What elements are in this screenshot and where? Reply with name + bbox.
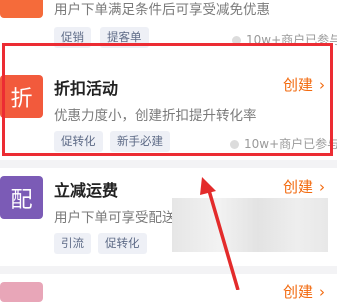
- highlight-box: [2, 43, 333, 156]
- chevron-right-icon: ›: [319, 283, 326, 301]
- create-button[interactable]: 创建 ›: [283, 281, 325, 302]
- shipping-icon: 配: [0, 176, 43, 219]
- create-button[interactable]: 创建 ›: [283, 176, 325, 197]
- section-divider: [0, 160, 337, 168]
- tag-traffic: 引流: [54, 233, 91, 254]
- activity-card-partial[interactable]: 创建 ›: [0, 274, 337, 302]
- chevron-right-icon: ›: [319, 178, 326, 196]
- section-divider: [0, 266, 337, 274]
- card-description: 用户下单满足条件后可享受减免优惠: [54, 2, 270, 18]
- red-arrow-annotation: [200, 177, 240, 290]
- activity-icon: [0, 282, 43, 302]
- tag-conversion: 促转化: [98, 233, 147, 254]
- activity-card-full-reduction: 用户下单满足条件后可享受减免优惠 促销 提客单 10w+商户已参与: [0, 0, 337, 48]
- card-title: 立减运费: [54, 181, 119, 200]
- full-reduction-icon: [0, 0, 43, 18]
